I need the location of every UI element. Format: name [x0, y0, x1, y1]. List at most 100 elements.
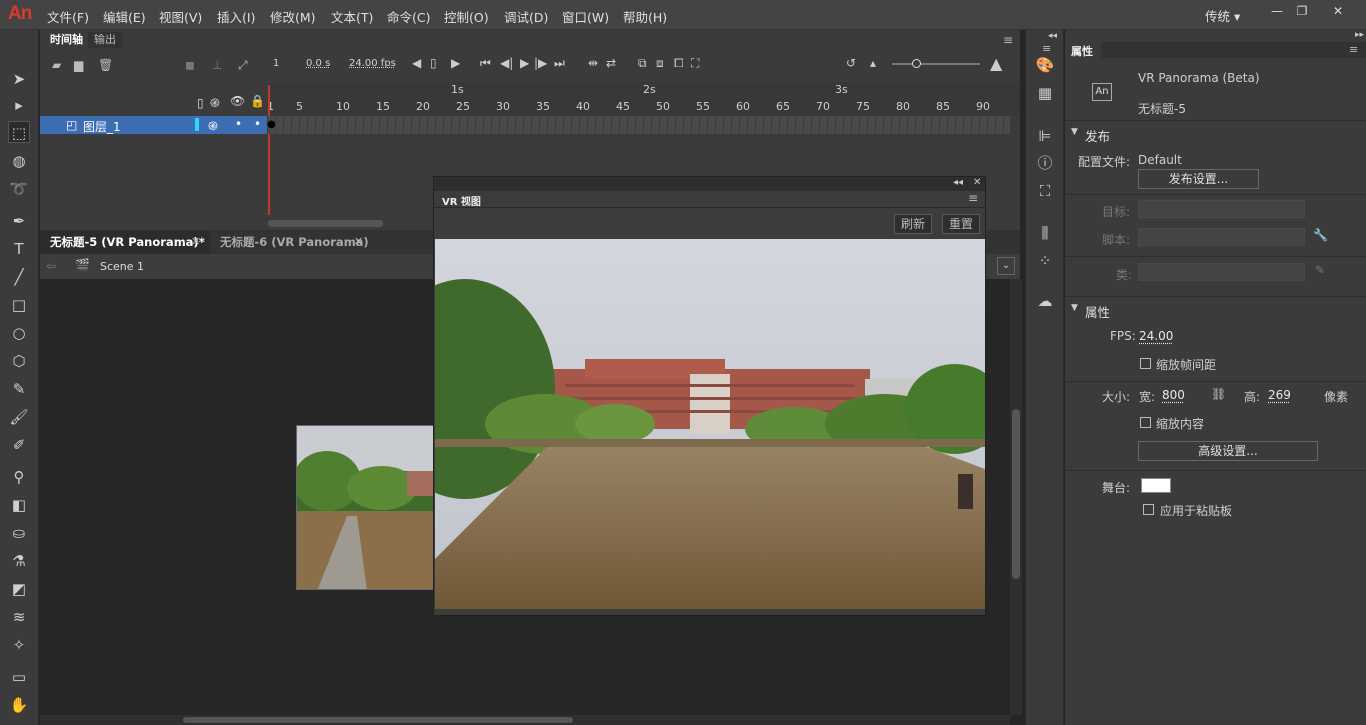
menu-text[interactable]: 文本(T)	[331, 7, 373, 26]
publish-section-header[interactable]: ▼ 发布	[1065, 120, 1366, 146]
text-tool-icon[interactable]: T	[8, 238, 30, 260]
menu-modify[interactable]: 修改(M)	[270, 7, 316, 26]
creative-cloud-icon[interactable]: ☁	[1034, 290, 1056, 312]
center-frame-icon[interactable]: ⇄	[606, 56, 616, 70]
graph-icon[interactable]: ⤢	[238, 58, 248, 73]
zoom-dropdown-icon[interactable]: ⌄	[997, 257, 1015, 275]
lock-icon[interactable]: 🔒	[250, 94, 265, 108]
collapse-icon[interactable]: ◂◂	[1048, 31, 1057, 41]
parent-layer-icon[interactable]: ֎	[208, 117, 218, 134]
rectangle-tool-icon[interactable]: □	[8, 294, 30, 316]
undo-icon[interactable]: ↺	[846, 56, 856, 70]
eyedropper-tool-icon[interactable]: ⚗	[8, 550, 30, 572]
menu-file[interactable]: 文件(F)	[47, 7, 89, 26]
ink-bottle-tool-icon[interactable]: ⛀	[8, 522, 30, 544]
time-value[interactable]: 0.0 s	[306, 58, 330, 69]
play-icon[interactable]: ▶	[520, 56, 529, 70]
free-transform-tool-icon[interactable]: ⬚	[8, 121, 30, 143]
close-tab-icon[interactable]: ✕	[354, 235, 363, 248]
camera-tool-icon[interactable]: ▭	[8, 666, 30, 688]
onion-markers-icon[interactable]: ⛶	[691, 56, 699, 71]
menu-edit[interactable]: 编辑(E)	[103, 7, 146, 26]
color-palette-icon[interactable]: 🎨	[1034, 54, 1056, 76]
parent-view-icon[interactable]: ⊥	[212, 58, 222, 72]
loop-icon[interactable]: ⇹	[588, 56, 598, 70]
line-tool-icon[interactable]: ╱	[8, 266, 30, 288]
width-input[interactable]: 800	[1162, 388, 1185, 402]
tab-properties[interactable]: 属性	[1065, 42, 1101, 58]
prev-keyframe-icon[interactable]: ◀	[412, 56, 421, 70]
info-icon[interactable]: ⓘ	[1034, 152, 1056, 174]
paint-brush-tool-icon[interactable]: 🖌	[8, 406, 30, 428]
tab-document-6[interactable]: 无标题-6 (VR Panorama)	[220, 234, 369, 250]
delete-layer-icon[interactable]: 🗑	[98, 58, 113, 72]
next-keyframe-icon[interactable]: ▶	[451, 56, 460, 70]
frame-cells[interactable]	[268, 116, 1010, 134]
panel-menu-icon[interactable]: ≡	[1003, 33, 1013, 47]
hand-tool-icon[interactable]: ✋	[8, 694, 30, 716]
zoom-out-icon[interactable]: ▴	[870, 56, 876, 70]
visible-dot-icon[interactable]: •	[235, 117, 242, 131]
onion-outline-icon[interactable]: ⧈	[656, 56, 664, 71]
highlight-layer-icon[interactable]: ▯	[197, 96, 204, 110]
align-icon[interactable]: ⊫	[1034, 125, 1056, 147]
vr-viewport[interactable]	[435, 239, 985, 609]
swatches-icon[interactable]: ▦	[1034, 82, 1056, 104]
new-layer-icon[interactable]: ▰	[52, 58, 61, 72]
keyframe-icon[interactable]: ▯	[430, 56, 437, 70]
transform-icon[interactable]: ⛶	[1034, 180, 1056, 202]
step-forward-icon[interactable]: |▶	[534, 56, 547, 70]
subselection-tool-icon[interactable]: ▸	[8, 94, 30, 116]
stage-hscroll[interactable]	[40, 715, 1010, 725]
panel-menu-icon[interactable]: ≡	[1349, 43, 1358, 56]
lock-dot-icon[interactable]: •	[254, 117, 261, 131]
edit-multiple-icon[interactable]: ⧠	[674, 56, 684, 71]
selection-tool-icon[interactable]: ➤	[8, 68, 30, 90]
reset-button[interactable]: 重置	[942, 214, 981, 234]
advanced-settings-button[interactable]: 高级设置...	[1138, 441, 1318, 461]
refresh-button[interactable]: 刷新	[894, 214, 933, 234]
panorama-thumbnail[interactable]	[296, 425, 436, 590]
zoom-slider[interactable]	[892, 63, 980, 65]
panel-titlebar[interactable]	[434, 177, 985, 191]
hscroll-thumb[interactable]	[183, 717, 573, 723]
polystar-tool-icon[interactable]: ⬡	[8, 350, 30, 372]
eraser-tool-icon[interactable]: ◩	[8, 578, 30, 600]
asset-warp-tool-icon[interactable]: ✧	[8, 634, 30, 656]
pen-tool-icon[interactable]: ✒	[8, 210, 30, 232]
tab-output[interactable]: 输出	[88, 32, 122, 48]
menu-control[interactable]: 控制(O)	[444, 7, 489, 26]
zoom-slider-handle[interactable]	[912, 59, 921, 68]
library-icon[interactable]: ⫼	[1034, 222, 1056, 244]
scale-spacing-checkbox[interactable]	[1140, 358, 1151, 369]
apply-clipboard-checkbox[interactable]	[1143, 504, 1154, 515]
menu-view[interactable]: 视图(V)	[159, 7, 202, 26]
fps-input[interactable]: 24.00	[1139, 329, 1173, 343]
oval-tool-icon[interactable]: ○	[8, 322, 30, 344]
menu-commands[interactable]: 命令(C)	[387, 7, 430, 26]
close-icon[interactable]: ✕	[973, 177, 981, 188]
tab-timeline[interactable]: 时间轴	[44, 32, 89, 48]
new-folder-icon[interactable]: ▆	[74, 58, 83, 72]
stage-vscroll[interactable]	[1010, 279, 1022, 715]
tab-vr-view[interactable]: VR 视图	[438, 191, 486, 208]
pencil-tool-icon[interactable]: ✎	[8, 378, 30, 400]
layer-row[interactable]: ◰ 图层_1 ֎ • •	[40, 116, 267, 134]
menu-insert[interactable]: 插入(I)	[217, 7, 255, 26]
properties-section-header[interactable]: ▼ 属性	[1065, 296, 1366, 322]
bone-tool-icon[interactable]: ⚲	[8, 466, 30, 488]
timeline-hscroll[interactable]	[268, 220, 383, 227]
minimize-icon[interactable]: —	[1265, 4, 1289, 20]
menu-debug[interactable]: 调试(D)	[504, 7, 548, 26]
vscroll-thumb[interactable]	[1012, 409, 1020, 579]
lasso-tool-icon[interactable]: ➰	[8, 178, 30, 200]
parent-layer-icon[interactable]: ֎	[210, 94, 220, 111]
layer-name[interactable]: 图层_1	[83, 118, 121, 135]
zoom-in-icon[interactable]: ▲	[990, 54, 1002, 73]
first-frame-icon[interactable]: ⏮	[480, 56, 491, 71]
scale-content-checkbox[interactable]	[1140, 417, 1151, 428]
close-tab-icon[interactable]: ✕	[191, 235, 200, 248]
collapse-icon[interactable]: ◂◂	[953, 177, 963, 188]
link-icon[interactable]: ⛓	[1211, 387, 1226, 401]
paint-bucket-tool-icon[interactable]: ◧	[8, 494, 30, 516]
